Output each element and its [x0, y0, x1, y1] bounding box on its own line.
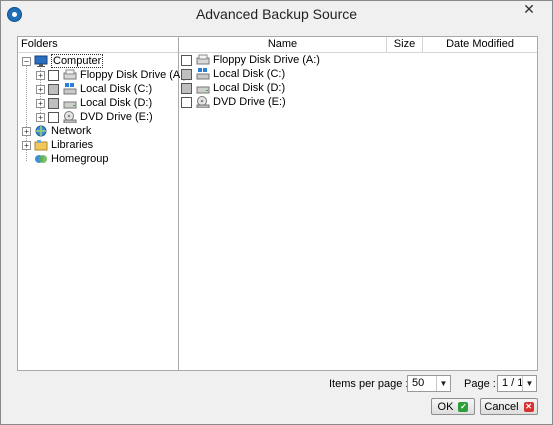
- page-value: 1 / 1: [502, 377, 524, 389]
- close-button[interactable]: ✕: [518, 2, 540, 20]
- expand-icon[interactable]: +: [22, 126, 31, 136]
- tree-item-local-disk-c[interactable]: + Local Disk (C:): [36, 82, 152, 96]
- tree-item-label: Floppy Disk Drive (A:): [80, 69, 187, 81]
- items-per-page-value: 50: [412, 377, 425, 389]
- cancel-button[interactable]: Cancel ✕: [480, 398, 538, 415]
- column-header-size[interactable]: Size: [387, 37, 423, 53]
- check-icon: ✓: [458, 401, 469, 412]
- libraries-icon: [34, 139, 48, 151]
- floppy-checkbox[interactable]: [48, 69, 59, 81]
- page-select[interactable]: 1 / 1 ▼: [497, 375, 537, 392]
- tree-item-network[interactable]: + Network: [22, 124, 91, 138]
- main-panel: Folders − Computer + Floppy Disk Drive (…: [17, 36, 538, 371]
- row-checkbox[interactable]: [181, 96, 192, 108]
- local-disk-c-checkbox[interactable]: [48, 83, 59, 95]
- tree-item-dvd-drive[interactable]: + DVD Drive (E:): [36, 110, 153, 124]
- dvd-drive-checkbox[interactable]: [48, 111, 59, 123]
- items-per-page-select[interactable]: 50 ▼: [407, 375, 451, 392]
- page-label: Page :: [464, 378, 496, 390]
- expand-icon[interactable]: +: [22, 140, 31, 150]
- local-disk-c-icon: [196, 68, 210, 80]
- local-disk-d-checkbox[interactable]: [48, 97, 59, 109]
- expand-icon[interactable]: +: [36, 98, 45, 108]
- local-disk-c-icon: [63, 83, 77, 95]
- tree-item-label: Computer: [51, 54, 104, 68]
- list-item[interactable]: Local Disk (D:): [181, 81, 285, 95]
- dvd-drive-icon: [196, 96, 210, 109]
- row-name: Local Disk (C:): [213, 68, 286, 80]
- cross-icon: ✕: [523, 401, 534, 412]
- content-header: Name Size Date Modified: [179, 37, 537, 53]
- list-item[interactable]: Local Disk (C:): [181, 67, 285, 81]
- tree-item-label: Homegroup: [51, 153, 109, 165]
- tree-item-libraries[interactable]: + Libraries: [22, 138, 93, 152]
- folders-header: Folders: [18, 37, 178, 53]
- items-per-page-label: Items per page :: [329, 378, 409, 390]
- chevron-down-icon[interactable]: ▼: [436, 376, 450, 391]
- folders-pane: Folders − Computer + Floppy Disk Drive (…: [18, 37, 187, 370]
- list-item[interactable]: Floppy Disk Drive (A:): [181, 53, 320, 67]
- row-checkbox[interactable]: [181, 68, 192, 80]
- ok-button[interactable]: OK ✓: [431, 398, 475, 415]
- tree-item-label: Local Disk (D:): [80, 97, 153, 109]
- collapse-icon[interactable]: −: [22, 56, 31, 66]
- expand-icon[interactable]: +: [36, 70, 45, 80]
- content-pane: Name Size Date Modified Floppy Disk Driv…: [179, 37, 537, 370]
- tree-item-label: Libraries: [51, 139, 94, 151]
- homegroup-icon: [34, 153, 48, 165]
- row-name: Local Disk (D:): [213, 82, 286, 94]
- tree-item-homegroup[interactable]: Homegroup: [34, 152, 108, 166]
- tree-item-local-disk-d[interactable]: + Local Disk (D:): [36, 96, 152, 110]
- expand-icon[interactable]: +: [36, 112, 45, 122]
- row-checkbox[interactable]: [181, 82, 192, 94]
- window-title: Advanced Backup Source: [195, 6, 358, 22]
- tree-item-computer[interactable]: − Computer: [22, 54, 104, 68]
- column-header-name[interactable]: Name: [179, 37, 387, 53]
- tree-item-label: Local Disk (C:): [80, 83, 153, 95]
- network-icon: [34, 125, 48, 137]
- row-name: DVD Drive (E:): [213, 96, 286, 108]
- tree-item-floppy[interactable]: + Floppy Disk Drive (A:): [36, 68, 187, 82]
- dvd-drive-icon: [63, 111, 77, 124]
- cancel-button-label: Cancel: [484, 400, 519, 413]
- local-disk-d-icon: [63, 97, 77, 109]
- column-header-date-modified[interactable]: Date Modified: [423, 37, 537, 53]
- list-item[interactable]: DVD Drive (E:): [181, 95, 286, 109]
- ok-button-label: OK: [437, 400, 454, 413]
- title-bar: Advanced Backup Source ✕: [1, 1, 552, 28]
- row-checkbox[interactable]: [181, 54, 192, 66]
- expand-icon[interactable]: +: [36, 84, 45, 94]
- floppy-drive-icon: [196, 54, 210, 66]
- advanced-backup-source-dialog: Advanced Backup Source ✕ Folders − Compu…: [0, 0, 553, 425]
- tree-item-label: DVD Drive (E:): [80, 111, 153, 123]
- tree-item-label: Network: [51, 125, 92, 137]
- chevron-down-icon[interactable]: ▼: [522, 376, 536, 391]
- computer-icon: [34, 55, 48, 67]
- row-name: Floppy Disk Drive (A:): [213, 54, 320, 66]
- floppy-drive-icon: [63, 69, 77, 81]
- local-disk-d-icon: [196, 82, 210, 94]
